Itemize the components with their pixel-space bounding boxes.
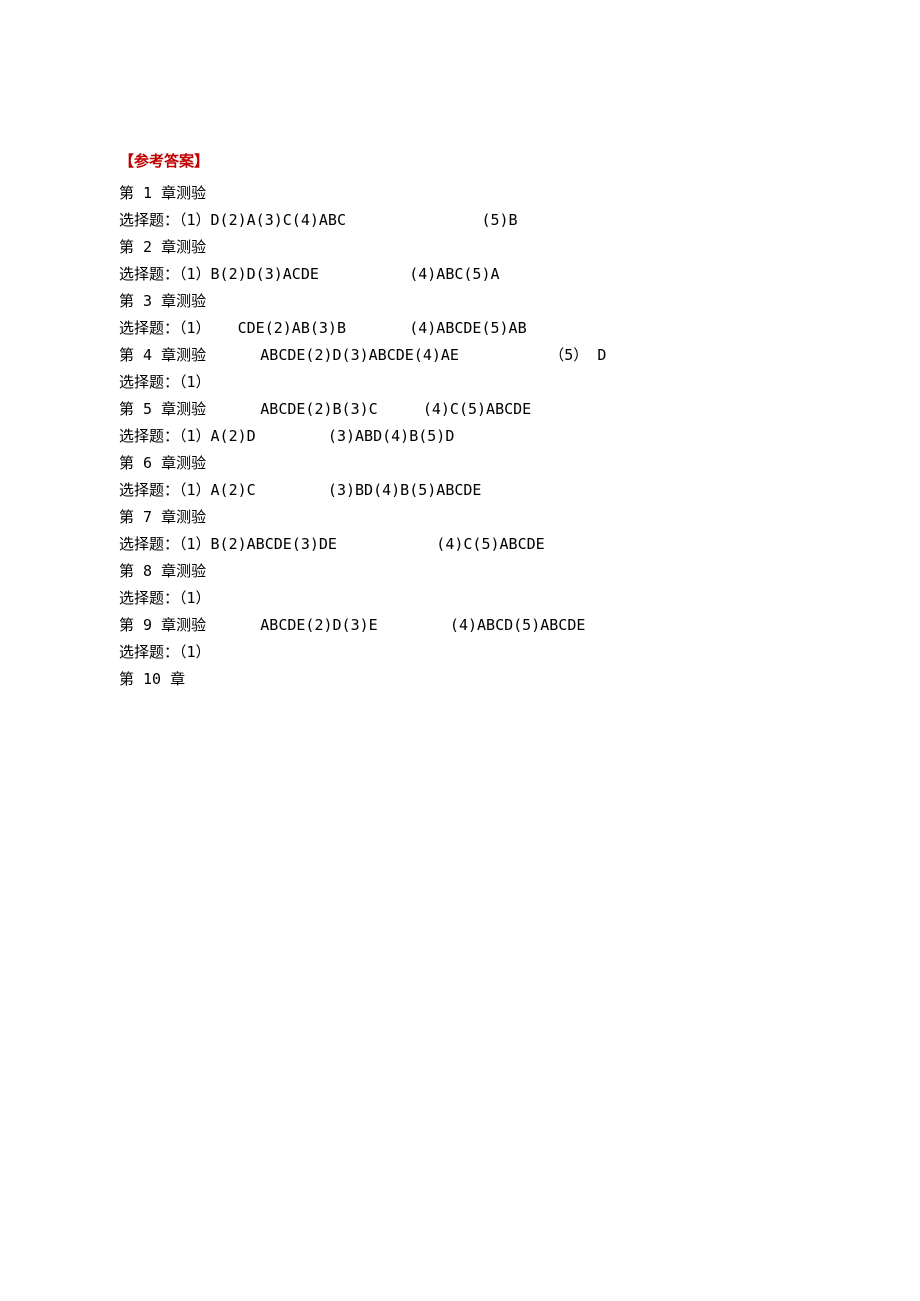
content-line: 第 8 章测验 [119,558,820,585]
content-line: 选择题：（1） [119,369,820,396]
document-page: 【参考答案】 第 1 章测验 选择题：（1）D(2)A(3)C(4)ABC (5… [0,0,920,693]
content-line: 选择题：（1）A(2)C (3)BD(4)B(5)ABCDE [119,477,820,504]
content-line: 选择题：（1）D(2)A(3)C(4)ABC (5)B [119,207,820,234]
content-line: 第 10 章 [119,666,820,693]
content-line: 选择题：（1） CDE(2)AB(3)B (4)ABCDE(5)AB [119,315,820,342]
content-line: 选择题：（1） [119,585,820,612]
content-line: 选择题：（1） [119,639,820,666]
content-line: 选择题：（1）B(2)D(3)ACDE (4)ABC(5)A [119,261,820,288]
content-line: 第 3 章测验 [119,288,820,315]
content-line: 第 5 章测验 ABCDE(2)B(3)C (4)C(5)ABCDE [119,396,820,423]
content-line: 第 2 章测验 [119,234,820,261]
content-line: 选择题：（1）A(2)D (3)ABD(4)B(5)D [119,423,820,450]
content-line: 第 6 章测验 [119,450,820,477]
content-line: 选择题：（1）B(2)ABCDE(3)DE (4)C(5)ABCDE [119,531,820,558]
content-line: 第 9 章测验 ABCDE(2)D(3)E (4)ABCD(5)ABCDE [119,612,820,639]
content-line: 第 4 章测验 ABCDE(2)D(3)ABCDE(4)AE （5） D [119,342,820,369]
content-line: 第 1 章测验 [119,180,820,207]
answer-key-title: 【参考答案】 [119,149,820,176]
content-line: 第 7 章测验 [119,504,820,531]
